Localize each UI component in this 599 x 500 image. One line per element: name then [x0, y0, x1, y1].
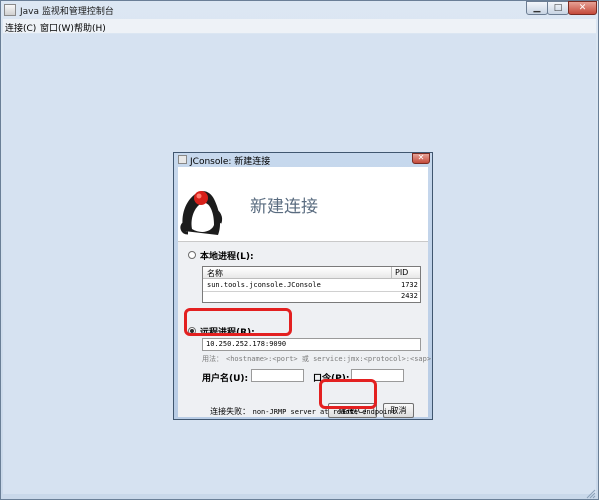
menubar: 连接(C) 窗口(W) 帮助(H) [3, 19, 596, 34]
window-title: Java 监视和管理控制台 [20, 7, 114, 17]
dialog-app-icon [178, 155, 187, 164]
usage-prefix: 用法： [202, 355, 223, 363]
local-process-table[interactable]: 名称 PID sun.tools.jconsole.JConsole 1732 … [202, 266, 421, 303]
dialog-title: JConsole: 新建连接 [190, 157, 271, 167]
column-pid-label: PID [395, 268, 409, 277]
process-row-1-pid[interactable]: 1732 [401, 281, 418, 289]
close-icon: ✕ [578, 3, 587, 13]
connect-button-highlight [319, 379, 377, 409]
dialog-body: 新建连接 本地进程(L): 名称 PID sun.tools.jconsole.… [178, 167, 432, 418]
column-header-name[interactable] [203, 267, 391, 279]
dialog-header: 新建连接 [178, 167, 428, 242]
duke-mascot-icon [180, 191, 223, 235]
remote-address-field[interactable]: 10.250.252.178:9090 [202, 338, 421, 351]
username-field[interactable] [251, 369, 304, 382]
minimize-button[interactable]: ▁ [526, 1, 548, 15]
maximize-button[interactable]: □ [547, 1, 569, 15]
process-row-2-pid[interactable]: 2432 [401, 292, 418, 300]
dialog-titlebar[interactable]: JConsole: 新建连接 ✕ [174, 153, 432, 167]
status-prefix: 连接失败： [210, 407, 251, 416]
connection-status: 连接失败： non-JRMP server at remote endpoint [174, 406, 432, 417]
resize-grip-icon[interactable] [586, 489, 596, 499]
minimize-icon: ▁ [533, 3, 541, 13]
close-button[interactable]: ✕ [568, 1, 597, 15]
column-name-label: 名称 [207, 269, 223, 278]
username-label: 用户名(U): [202, 374, 249, 384]
main-window: Java 监视和管理控制台 ▁ □ ✕ 连接(C) 窗口(W) 帮助(H) JC… [0, 0, 599, 500]
window-titlebar[interactable]: Java 监视和管理控制台 ▁ □ ✕ [1, 1, 598, 19]
remote-address-value: 10.250.252.178:9090 [206, 340, 287, 348]
java-app-icon [4, 4, 16, 16]
new-connection-dialog: JConsole: 新建连接 ✕ 新建连接 本地进程(L): 名称 PID su… [173, 152, 433, 420]
process-row-1-name[interactable]: sun.tools.jconsole.JConsole [207, 281, 321, 289]
menu-connect[interactable]: 连接(C) [5, 21, 36, 34]
menu-help[interactable]: 帮助(H) [74, 21, 106, 34]
dialog-heading: 新建连接 [250, 197, 318, 217]
local-process-label: 本地进程(L): [200, 252, 254, 262]
menu-window[interactable]: 窗口(W) [40, 21, 74, 34]
row-divider [203, 291, 420, 292]
status-message: non-JRMP server at remote endpoint [252, 408, 396, 416]
dialog-close-button[interactable]: ✕ [412, 153, 430, 164]
close-icon: ✕ [417, 153, 425, 162]
maximize-icon: □ [553, 3, 563, 13]
remote-process-highlight [184, 308, 292, 336]
local-process-radio[interactable] [188, 251, 196, 259]
usage-hint: <hostname>:<port> 或 service:jmx:<protoco… [226, 355, 432, 363]
